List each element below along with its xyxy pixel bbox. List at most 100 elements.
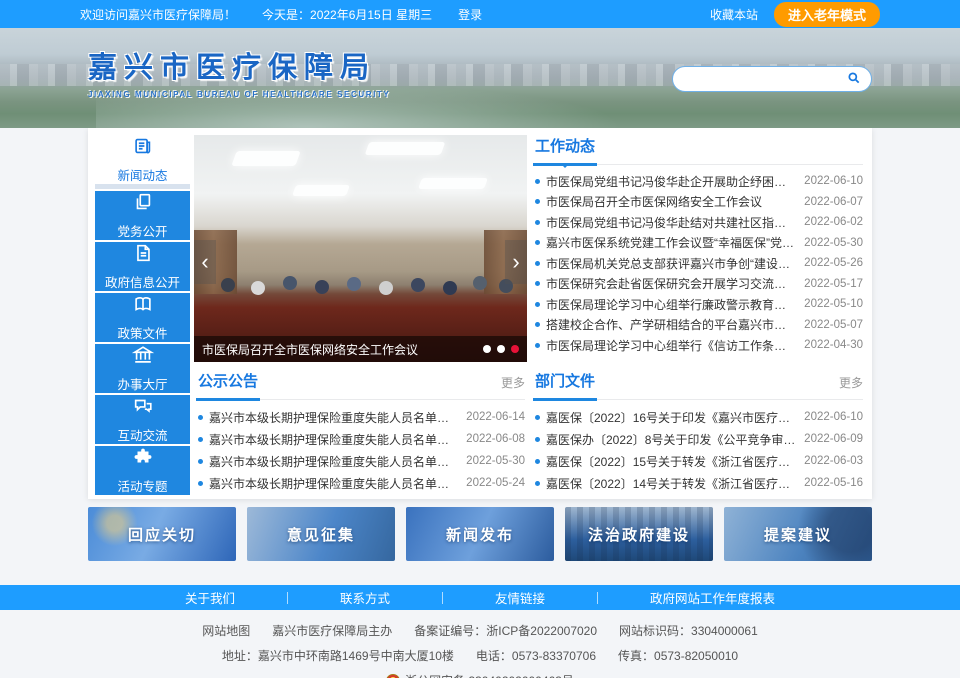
banner-proposals[interactable]: 提案建议 bbox=[724, 507, 872, 561]
icp-number: 备案证编号：浙ICP备2022007020 bbox=[414, 622, 597, 639]
hero-banner: 嘉兴市医疗保障局 JIAXING MUNICIPAL BUREAU OF HEA… bbox=[0, 28, 960, 128]
more-link[interactable]: 更多 bbox=[501, 374, 525, 399]
bank-icon bbox=[132, 344, 154, 369]
topbar: 欢迎访问嘉兴市医疗保障局！ 今天是：2022年6月15日 星期三 登录 收藏本站… bbox=[0, 0, 960, 28]
chat-icon bbox=[132, 395, 154, 420]
site-id-number: 网站标识码：3304000061 bbox=[619, 622, 758, 639]
document-item[interactable]: 嘉医保办〔2022〕8号关于印发《公平竞争审查... 2022-06-09 bbox=[533, 428, 863, 450]
carousel-prev-button[interactable]: ‹ bbox=[194, 240, 216, 284]
sidebar: 新闻动态 党务公开 政府信息公开 bbox=[95, 135, 190, 492]
meeting-people bbox=[221, 278, 235, 292]
news-item[interactable]: 搭建校企合作、产学研相结合的平台嘉兴市长期护理... 2022-05-07 bbox=[533, 315, 863, 336]
panel-work-news: 工作动态 市医保局党组书记冯俊华赴企开展助企纾困活动 2022-06-10 市医… bbox=[531, 135, 865, 362]
address-text: 地址：嘉兴市中环南路1469号中南大厦10楼 bbox=[222, 647, 454, 664]
sidebar-item-interaction[interactable]: 互动交流 bbox=[95, 395, 190, 444]
bullet-icon bbox=[535, 240, 540, 245]
document-item[interactable]: 嘉医保〔2022〕15号关于转发《浙江省医疗保... 2022-06-03 bbox=[533, 450, 863, 472]
sidebar-item-service-hall[interactable]: 办事大厅 bbox=[95, 344, 190, 393]
news-item[interactable]: 市医保研究会赴省医保研究会开展学习交流活动 2022-05-17 bbox=[533, 274, 863, 295]
carousel-dots bbox=[483, 345, 519, 353]
sidebar-item-label: 活动专题 bbox=[117, 476, 167, 495]
sidebar-item-label: 互动交流 bbox=[117, 425, 167, 444]
site-subtitle: JIAXING MUNICIPAL BUREAU OF HEALTHCARE S… bbox=[88, 90, 390, 99]
bullet-icon bbox=[535, 415, 540, 420]
favorite-link[interactable]: 收藏本站 bbox=[710, 6, 758, 23]
newspaper-icon bbox=[132, 135, 154, 160]
site-logo: 嘉兴市医疗保障局 JIAXING MUNICIPAL BUREAU OF HEA… bbox=[88, 44, 390, 99]
bullet-icon bbox=[198, 481, 203, 486]
carousel-dot-active[interactable] bbox=[511, 345, 519, 353]
footer-nav-about[interactable]: 关于我们 bbox=[133, 588, 287, 607]
document-list: 嘉医保〔2022〕16号关于印发《嘉兴市医疗保... 2022-06-10 嘉医… bbox=[533, 406, 863, 492]
document-item[interactable]: 嘉医保〔2022〕16号关于印发《嘉兴市医疗保... 2022-06-10 bbox=[533, 406, 863, 428]
search-box bbox=[672, 66, 872, 92]
sidebar-item-policy[interactable]: 政策文件 bbox=[95, 293, 190, 342]
sidebar-item-special-topics[interactable]: 活动专题 bbox=[95, 446, 190, 495]
bullet-icon bbox=[198, 437, 203, 442]
news-item[interactable]: 市医保局党组书记冯俊华赴企开展助企纾困活动 2022-06-10 bbox=[533, 171, 863, 192]
copy-icon bbox=[132, 191, 154, 216]
bullet-icon bbox=[535, 481, 540, 486]
site-title: 嘉兴市医疗保障局 bbox=[88, 44, 390, 86]
search-input[interactable] bbox=[683, 72, 847, 86]
bullet-icon bbox=[535, 343, 540, 348]
carousel: ‹ › 市医保局召开全市医保网络安全工作会议 bbox=[194, 135, 527, 362]
security-record-link[interactable]: 浙公网安备 33040202000463号 bbox=[405, 672, 574, 678]
news-item[interactable]: 市医保局理论学习中心组举行廉政警示教育专题学习... 2022-05-10 bbox=[533, 294, 863, 315]
footer-nav-annual-report[interactable]: 政府网站工作年度报表 bbox=[598, 588, 827, 607]
carousel-dot[interactable] bbox=[483, 345, 491, 353]
bullet-icon bbox=[535, 281, 540, 286]
bullet-icon bbox=[535, 322, 540, 327]
bullet-icon bbox=[535, 220, 540, 225]
carousel-next-button[interactable]: › bbox=[505, 240, 527, 284]
bullet-icon bbox=[535, 302, 540, 307]
more-link[interactable]: 更多 bbox=[839, 374, 863, 399]
footer-nav: 关于我们 联系方式 友情链接 政府网站工作年度报表 bbox=[0, 585, 960, 610]
footer-nav-contact[interactable]: 联系方式 bbox=[288, 588, 442, 607]
panel-documents: 部门文件 更多 嘉医保〔2022〕16号关于印发《嘉兴市医疗保... 2022-… bbox=[531, 370, 865, 492]
sidebar-item-news[interactable]: 新闻动态 bbox=[95, 135, 190, 189]
banner-rule-of-law[interactable]: 法治政府建设 bbox=[565, 507, 713, 561]
banner-news-release[interactable]: 新闻发布 bbox=[406, 507, 554, 561]
banner-row: 回应关切 意见征集 新闻发布 法治政府建设 提案建议 bbox=[88, 507, 872, 561]
bullet-icon bbox=[535, 179, 540, 184]
footer-info: 网站地图 嘉兴市医疗保障局主办 备案证编号：浙ICP备2022007020 网站… bbox=[0, 610, 960, 678]
news-item[interactable]: 市医保局党组书记冯俊华赴结对共建社区指导全国文... 2022-06-02 bbox=[533, 212, 863, 233]
slide-image bbox=[194, 135, 527, 362]
notice-list: 嘉兴市本级长期护理保险重度失能人员名单公示（2... 2022-06-14 嘉兴… bbox=[196, 406, 525, 492]
footer-nav-links[interactable]: 友情链接 bbox=[443, 588, 597, 607]
news-item[interactable]: 嘉兴市医保系统党建工作会议暨“幸福医保”党建联... 2022-05-30 bbox=[533, 233, 863, 254]
panel-title: 部门文件 bbox=[533, 370, 597, 401]
notice-item[interactable]: 嘉兴市本级长期护理保险重度失能人员名单公示（2... 2022-06-08 bbox=[196, 428, 525, 450]
news-item[interactable]: 市医保局召开全市医保网络安全工作会议 2022-06-07 bbox=[533, 192, 863, 213]
carousel-dot[interactable] bbox=[497, 345, 505, 353]
document-item[interactable]: 嘉医保〔2022〕14号关于转发《浙江省医疗保... 2022-05-16 bbox=[533, 472, 863, 492]
login-link[interactable]: 登录 bbox=[458, 6, 482, 23]
sidebar-item-gov-info[interactable]: 政府信息公开 bbox=[95, 242, 190, 291]
notice-item[interactable]: 嘉兴市本级长期护理保险重度失能人员名单公示（2... 2022-05-24 bbox=[196, 472, 525, 492]
carousel-caption-bar: 市医保局召开全市医保网络安全工作会议 bbox=[194, 336, 527, 362]
sidebar-item-party[interactable]: 党务公开 bbox=[95, 191, 190, 240]
police-badge-icon bbox=[386, 674, 400, 678]
sidebar-item-label: 党务公开 bbox=[117, 221, 167, 240]
notice-item[interactable]: 嘉兴市本级长期护理保险重度失能人员名单公示（2... 2022-06-14 bbox=[196, 406, 525, 428]
banner-opinion-collection[interactable]: 意见征集 bbox=[247, 507, 395, 561]
notice-item[interactable]: 嘉兴市本级长期护理保险重度失能人员名单公示（2... 2022-05-30 bbox=[196, 450, 525, 472]
content-card: 新闻动态 党务公开 政府信息公开 bbox=[88, 128, 872, 499]
bullet-icon bbox=[535, 261, 540, 266]
search-button[interactable] bbox=[847, 71, 861, 88]
news-item[interactable]: 市医保局理论学习中心组举行《信访工作条例》专题... 2022-04-30 bbox=[533, 335, 863, 356]
sitemap-link[interactable]: 网站地图 bbox=[202, 622, 250, 639]
elder-mode-button[interactable]: 进入老年模式 bbox=[774, 2, 880, 27]
fax-text: 传真：0573-82050010 bbox=[618, 647, 738, 664]
carousel-caption[interactable]: 市医保局召开全市医保网络安全工作会议 bbox=[202, 341, 475, 358]
document-icon bbox=[132, 242, 154, 267]
news-list: 市医保局党组书记冯俊华赴企开展助企纾困活动 2022-06-10 市医保局召开全… bbox=[533, 171, 863, 356]
book-icon bbox=[132, 293, 154, 318]
bullet-icon bbox=[198, 459, 203, 464]
banner-respond-concerns[interactable]: 回应关切 bbox=[88, 507, 236, 561]
ceiling-light bbox=[418, 178, 488, 189]
panel-notices: 公示公告 更多 嘉兴市本级长期护理保险重度失能人员名单公示（2... 2022-… bbox=[194, 370, 527, 492]
news-item[interactable]: 市医保局机关党总支部获评嘉兴市争创“建设清廉机... 2022-05-26 bbox=[533, 253, 863, 274]
date-text: 今天是：2022年6月15日 星期三 bbox=[262, 6, 432, 23]
